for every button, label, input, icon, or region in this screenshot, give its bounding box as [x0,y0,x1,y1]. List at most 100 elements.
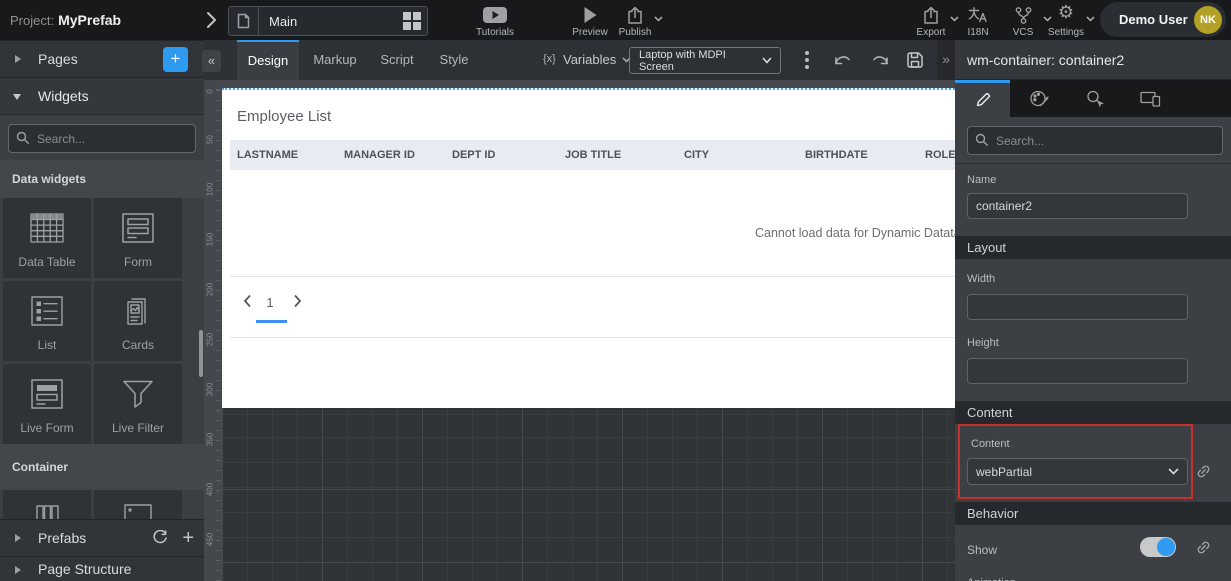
tab-devices[interactable] [1123,80,1178,117]
sidebar-item-prefabs[interactable]: Prefabs + [0,519,204,557]
content-label: Content [971,438,1010,450]
widget-form[interactable]: Form [94,198,182,278]
save-button[interactable] [905,50,925,70]
widget-container[interactable] [94,490,182,519]
show-toggle[interactable] [1140,537,1176,557]
content-select[interactable]: webPartial [967,458,1188,485]
page-preview[interactable]: Employee List LASTNAME MANAGER ID DEPT I… [222,88,955,408]
pagination-active-indicator [256,320,287,323]
undo-button[interactable] [832,51,853,66]
expand-panel-button[interactable]: » [937,40,955,80]
sidebar-item-widgets[interactable]: Widgets [0,77,204,115]
sidebar-item-pages[interactable]: Pages + [0,40,204,78]
tab-inspect[interactable] [1067,80,1122,117]
chevron-down-icon [654,16,663,22]
document-icon [229,7,259,35]
chevron-right-icon[interactable] [206,11,217,29]
name-field[interactable] [967,193,1188,219]
height-field[interactable] [967,358,1188,384]
width-label: Width [967,273,995,285]
magnifier-cursor-icon [1085,89,1105,108]
user-menu[interactable]: Demo User NK [1100,2,1226,37]
width-field[interactable] [967,294,1188,320]
play-icon [584,7,597,26]
gear-icon: ⚙ [1058,2,1074,23]
sidebar-item-page-structure[interactable]: Page Structure [0,556,204,581]
widget-data-table[interactable]: Data Table [3,198,91,278]
top-header-bar: Project:MyPrefab Main Tutorials Preview … [0,0,1231,40]
container-icon [118,504,158,519]
cards-icon [118,290,158,332]
section-behavior[interactable]: Behavior [955,502,1231,525]
project-name: Project:MyPrefab [10,12,121,28]
tab-script[interactable]: Script [371,40,423,80]
pencil-icon [974,91,992,109]
link-icon [1195,463,1212,480]
widget-layout-grid[interactable] [3,490,91,519]
palette-icon [1029,89,1049,108]
chevron-down-icon [1086,16,1095,22]
redo-button[interactable] [870,51,891,66]
canvas-grid[interactable] [222,408,955,581]
avatar: NK [1194,6,1222,34]
widget-cards[interactable]: Cards [94,281,182,361]
publish-button[interactable]: Publish [610,4,660,38]
youtube-icon [482,6,508,27]
collapse-sidebar-button[interactable]: « [202,50,221,72]
bind-show-button[interactable] [1195,539,1212,556]
sidebar-scrollbar[interactable] [199,330,203,377]
section-layout[interactable]: Layout [955,236,1231,259]
variables-button[interactable]: {x} Variables [543,40,631,80]
add-prefab-button[interactable]: + [182,520,194,556]
search-icon [16,131,30,145]
pagination-page-number[interactable]: 1 [265,295,275,310]
add-page-button[interactable]: + [163,47,188,72]
tab-styles[interactable] [1011,80,1066,117]
tutorials-button[interactable]: Tutorials [470,4,520,38]
canvas-toolbar: Design Markup Script Style {x} Variables… [204,40,955,80]
property-search [967,126,1223,155]
device-selector[interactable]: Laptop with MDPI Screen [629,47,781,74]
refresh-prefabs-button[interactable] [152,530,168,546]
widget-live-filter[interactable]: Live Filter [94,364,182,444]
export-icon [922,6,941,25]
datatable-error-message: Cannot load data for Dynamic Datatab [755,226,955,240]
more-options-button[interactable] [805,51,809,69]
data-table-icon [27,207,67,249]
height-label: Height [967,337,999,349]
selected-widget-title: wm-container: container2 [955,40,1231,80]
tab-design[interactable]: Design [237,40,299,80]
form-icon [118,207,158,249]
section-data-widgets: Data widgets [0,160,204,198]
properties-panel: wm-container: container2 Name Layout Wid… [955,40,1231,581]
vertical-ruler: 0 50 100 150 200 250 300 350 400 450 [204,80,222,581]
publish-icon [626,6,645,25]
chevron-down-icon [13,94,21,100]
pagination-prev-button[interactable] [243,294,252,313]
widget-search-input[interactable] [35,125,191,152]
branch-icon [1014,6,1033,24]
property-search-input[interactable] [994,127,1218,154]
devices-icon [1140,90,1161,107]
tab-style[interactable]: Style [432,40,476,80]
show-label: Show [967,543,997,557]
tab-markup[interactable]: Markup [308,40,362,80]
widget-search [8,124,196,153]
pages-grid-icon[interactable] [403,12,421,30]
section-content[interactable]: Content [955,401,1231,424]
chevron-right-icon [15,534,21,542]
bind-content-button[interactable] [1195,463,1212,480]
list-icon [27,290,67,332]
link-icon [1195,539,1212,556]
translate-icon [968,6,988,23]
variables-icon: {x} [543,53,556,65]
settings-button[interactable]: ⚙ Settings [1040,4,1092,38]
search-icon [975,133,989,147]
datatable-title: Employee List [237,108,331,125]
widget-live-form[interactable]: Live Form [3,364,91,444]
tab-properties[interactable] [955,80,1010,117]
page-tab-main[interactable]: Main [228,6,428,36]
widget-list[interactable]: List [3,281,91,361]
pagination-next-button[interactable] [293,294,302,313]
save-icon [905,50,925,70]
